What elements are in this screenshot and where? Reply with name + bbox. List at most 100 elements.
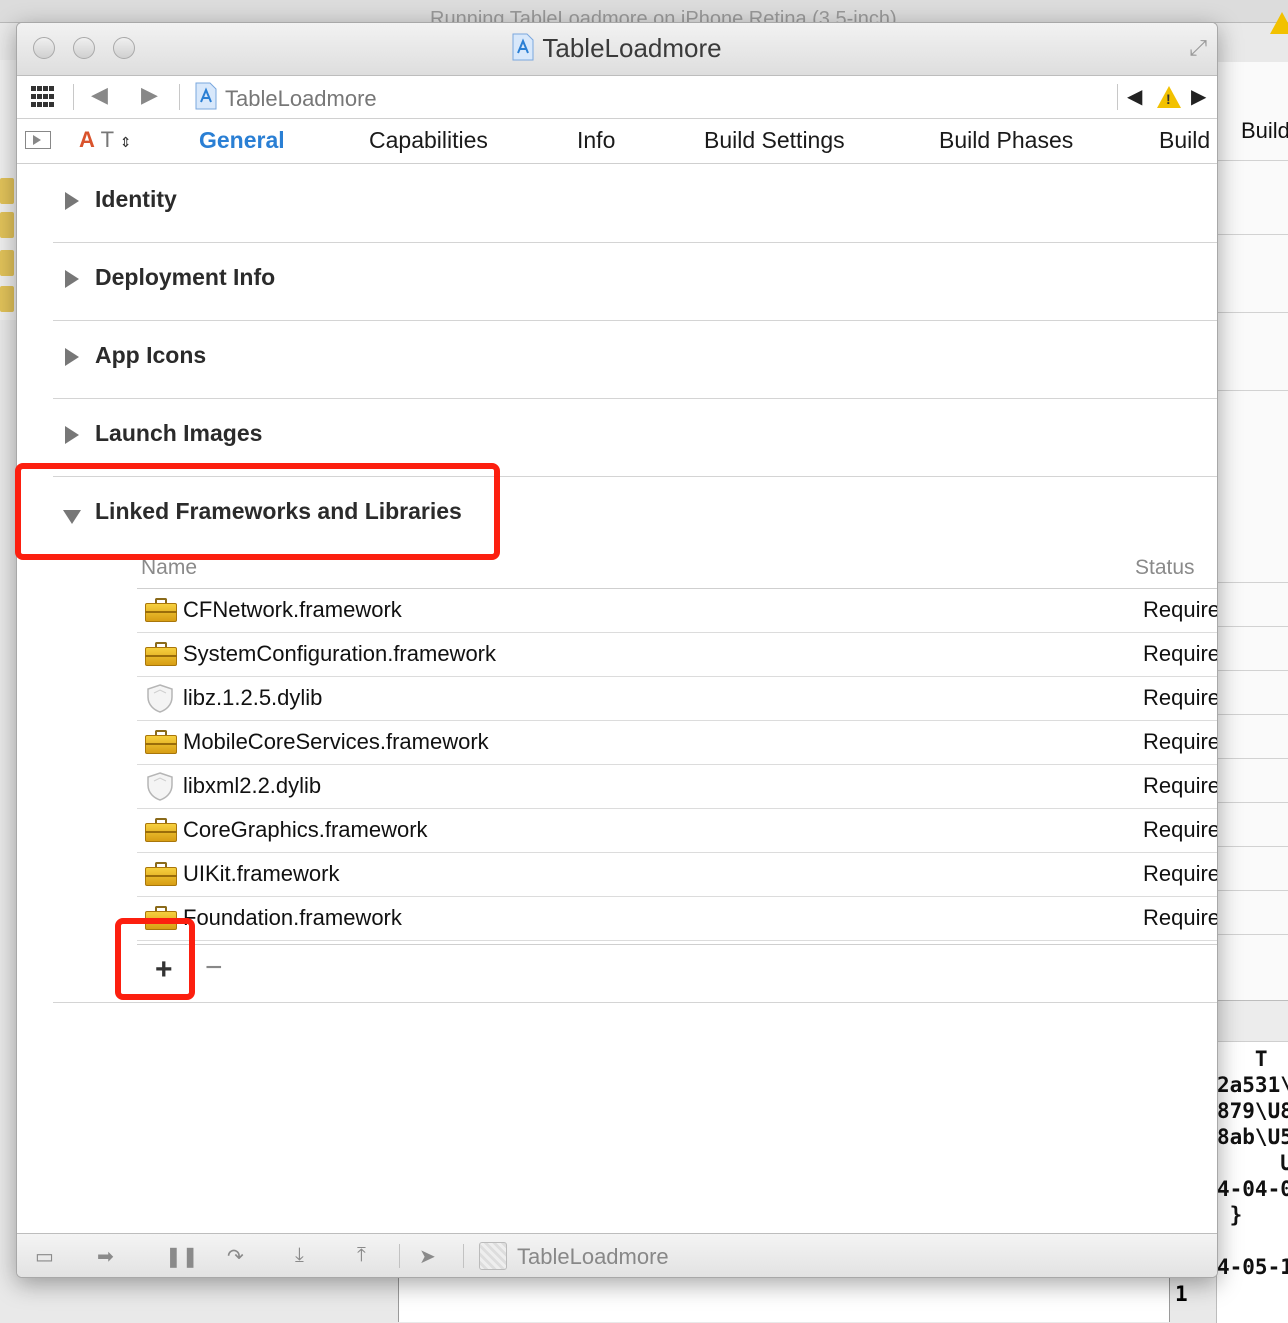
section-deployment-info[interactable]: Deployment Info [53, 242, 1217, 321]
background-warning-icon [1270, 12, 1288, 34]
framework-icon [145, 862, 177, 886]
section-title: App Icons [95, 342, 207, 368]
add-remove-bar: + − [137, 944, 1217, 1005]
highlight-add-button-annotation [115, 918, 195, 1000]
section-divider [53, 1002, 1217, 1003]
debug-bar: ▭ ➡ ❚❚ ↷ ⤓ ⤒ ➤ TableLoadmore [17, 1233, 1217, 1277]
folder-icon [0, 250, 14, 276]
tab-general[interactable]: General [199, 127, 285, 154]
framework-status[interactable]: Required [1143, 861, 1217, 887]
framework-status[interactable]: Required [1143, 905, 1217, 931]
hide-debug-area-icon[interactable]: ▭ [35, 1244, 54, 1269]
library-icon [145, 683, 175, 718]
window-title-text: TableLoadmore [542, 33, 722, 63]
app-target-icon: A [79, 127, 95, 152]
section-title: Launch Images [95, 420, 263, 446]
disclosure-triangle-icon[interactable] [65, 426, 79, 444]
console-line-number: 1 [1175, 1282, 1188, 1306]
tab-build-rules[interactable]: Build [1159, 127, 1210, 154]
table-row[interactable]: libxml2.2.dylib Required [137, 765, 1217, 809]
warning-icon[interactable]: ! [1157, 86, 1181, 108]
breadcrumb[interactable]: TableLoadmore [195, 82, 377, 112]
section-title: Identity [95, 186, 177, 212]
window-title: TableLoadmore [17, 33, 1217, 64]
frameworks-table: Name Status CFNetwork.frameworkRequiredS… [137, 554, 1217, 941]
table-row[interactable]: UIKit.framework Required [137, 853, 1217, 897]
library-icon [145, 771, 175, 806]
background-editor-right: Build [1216, 62, 1288, 1002]
fullscreen-icon[interactable]: ⤢ [1189, 35, 1207, 61]
framework-status[interactable]: Required [1143, 597, 1217, 623]
debug-console: T 2a531\ 879\U8 8ab\U5 U 4-04-0 } 4-05-1 [1216, 1000, 1288, 1323]
project-file-icon [195, 82, 217, 110]
debug-target[interactable]: TableLoadmore [479, 1242, 669, 1270]
background-bottom-pane [398, 1276, 1170, 1322]
highlight-linked-frameworks-annotation [15, 463, 500, 560]
table-row[interactable]: CoreGraphics.framework Required [137, 809, 1217, 853]
table-row[interactable]: libz.1.2.5.dylib Required [137, 677, 1217, 721]
project-file-icon [512, 33, 534, 61]
folder-icon [0, 286, 14, 312]
app-process-icon [479, 1242, 507, 1270]
breadcrumb-label: TableLoadmore [225, 86, 377, 111]
step-into-icon[interactable]: ⤓ [295, 1244, 304, 1267]
framework-name: libz.1.2.5.dylib [183, 685, 323, 710]
step-over-icon[interactable]: ↷ [227, 1244, 244, 1269]
framework-status[interactable]: Required [1143, 773, 1217, 799]
tab-info[interactable]: Info [577, 127, 615, 154]
background-navigator [0, 60, 16, 320]
forward-arrow-icon[interactable]: ▶ [141, 82, 158, 108]
pause-icon[interactable]: ❚❚ [165, 1244, 199, 1269]
folder-icon [0, 212, 14, 238]
folder-icon [0, 178, 14, 204]
console-output: T 2a531\ 879\U8 8ab\U5 U 4-04-0 } 4-05-1 [1217, 1047, 1288, 1279]
breakpoints-toggle-icon[interactable]: ➡ [97, 1244, 114, 1269]
table-row[interactable]: SystemConfiguration.framework Required [137, 633, 1217, 677]
background-tab-build: Build [1241, 118, 1288, 143]
tab-build-phases[interactable]: Build Phases [939, 127, 1073, 154]
back-arrow-icon[interactable]: ◀ [91, 82, 108, 108]
framework-icon [145, 642, 177, 666]
framework-name: Foundation.framework [183, 905, 402, 930]
framework-status[interactable]: Required [1143, 817, 1217, 843]
xcode-window: TableLoadmore ⤢ ◀ ▶ TableLoadmore ◀ ! ▶ [16, 22, 1218, 1278]
disclosure-triangle-icon[interactable] [65, 348, 79, 366]
framework-name: UIKit.framework [183, 861, 340, 886]
target-selector-label: T [100, 127, 114, 152]
tab-capabilities[interactable]: Capabilities [369, 127, 488, 154]
editor-tab-bar: A T ⇕ General Capabilities Info Build Se… [17, 119, 1217, 164]
general-settings-content: Identity Deployment Info App Icons Launc… [17, 164, 1217, 1232]
updown-chevron-icon: ⇕ [119, 134, 132, 150]
jump-bar: ◀ ▶ TableLoadmore ◀ ! ▶ [17, 76, 1217, 119]
framework-name: CoreGraphics.framework [183, 817, 428, 842]
section-title: Deployment Info [95, 264, 276, 290]
framework-status[interactable]: Required [1143, 729, 1217, 755]
target-selector[interactable]: A T ⇕ [79, 127, 132, 153]
column-header-status[interactable]: Status [1135, 556, 1195, 580]
table-body: CFNetwork.frameworkRequiredSystemConfigu… [137, 589, 1217, 941]
next-issue-arrow-icon[interactable]: ▶ [1191, 84, 1206, 109]
simulate-location-icon[interactable]: ➤ [419, 1244, 436, 1269]
section-identity[interactable]: Identity [53, 164, 1217, 243]
table-row[interactable]: CFNetwork.framework Required [137, 589, 1217, 633]
disclosure-triangle-icon[interactable] [65, 192, 79, 210]
table-row[interactable]: MobileCoreServices.framework Required [137, 721, 1217, 765]
framework-status[interactable]: Required [1143, 641, 1217, 667]
framework-status[interactable]: Required [1143, 685, 1217, 711]
targets-sidebar-toggle-icon[interactable] [25, 131, 51, 149]
framework-icon [145, 730, 177, 754]
previous-issue-arrow-icon[interactable]: ◀ [1127, 84, 1142, 109]
framework-name: MobileCoreServices.framework [183, 729, 489, 754]
debug-target-label: TableLoadmore [517, 1244, 669, 1269]
tab-build-settings[interactable]: Build Settings [704, 127, 845, 154]
step-out-icon[interactable]: ⤒ [357, 1244, 366, 1267]
section-app-icons[interactable]: App Icons [53, 320, 1217, 399]
related-items-grid-icon[interactable] [31, 86, 55, 108]
framework-name: CFNetwork.framework [183, 597, 402, 622]
disclosure-triangle-icon[interactable] [65, 270, 79, 288]
title-bar: TableLoadmore ⤢ [17, 23, 1217, 76]
table-row[interactable]: Foundation.framework Required [137, 897, 1217, 941]
framework-icon [145, 818, 177, 842]
remove-framework-button[interactable]: − [205, 951, 223, 985]
framework-icon [145, 598, 177, 622]
